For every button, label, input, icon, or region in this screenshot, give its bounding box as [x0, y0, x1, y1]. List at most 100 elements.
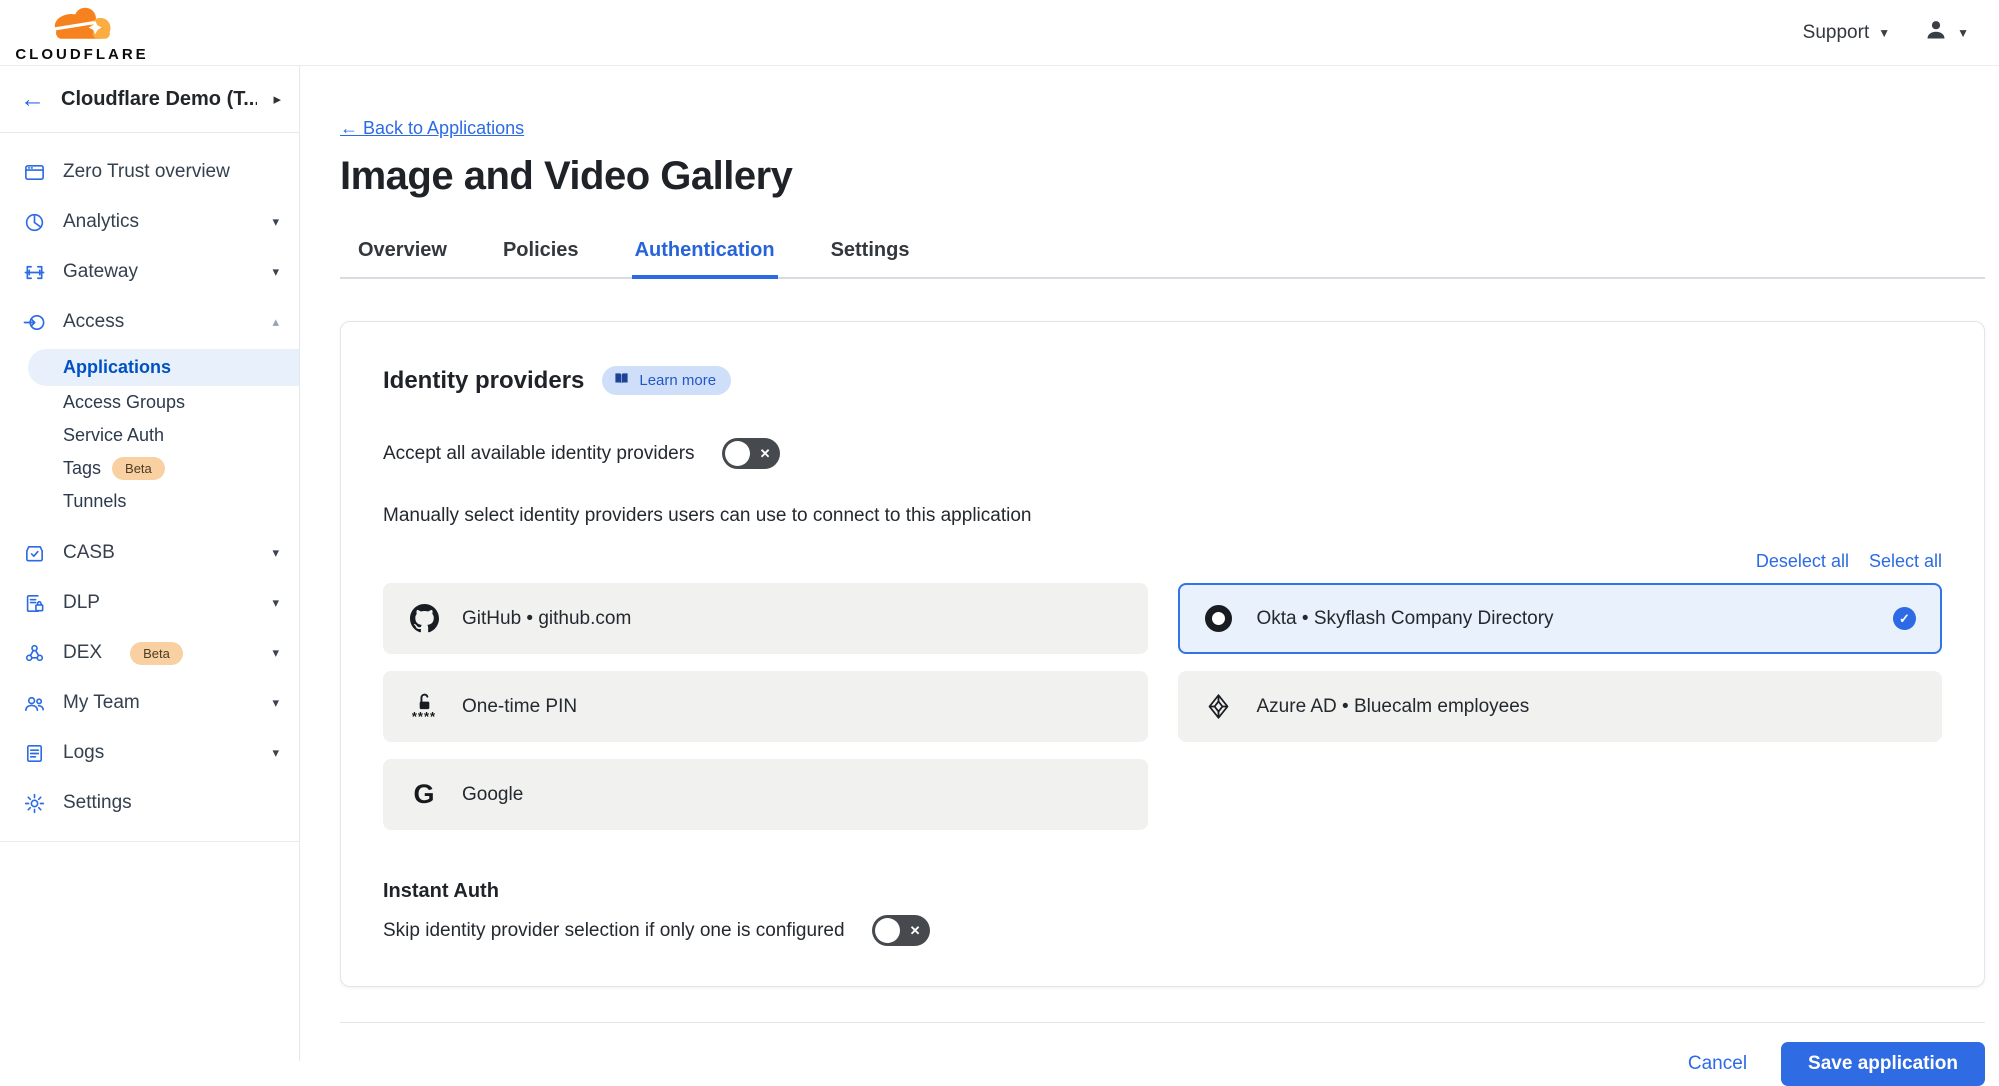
sidebar-item-dlp[interactable]: DLP ▾ [0, 578, 299, 628]
provider-label: Okta • Skyflash Company Directory [1257, 608, 1554, 630]
user-menu[interactable]: ▼ [1924, 18, 1969, 48]
topbar: CLOUDFLARE Support ▼ ▼ [0, 0, 1999, 66]
tab-settings[interactable]: Settings [828, 231, 913, 277]
footer-divider [340, 1022, 1985, 1023]
sidebar-item-logs[interactable]: Logs ▾ [0, 728, 299, 778]
back-arrow-icon[interactable]: ← [20, 87, 45, 112]
sidebar-item-label: Access [63, 311, 124, 333]
instant-auth-heading: Instant Auth [383, 880, 1942, 903]
card-heading: Identity providers [383, 367, 584, 395]
okta-icon [1204, 605, 1234, 632]
gateway-icon [22, 260, 46, 284]
caret-down-icon: ▾ [272, 695, 279, 711]
sidebar-item-label: Tunnels [63, 491, 126, 512]
document-lock-icon [22, 591, 46, 615]
tab-bar: Overview Policies Authentication Setting… [340, 231, 1985, 279]
tab-overview[interactable]: Overview [355, 231, 450, 277]
network-cluster-icon [22, 641, 46, 665]
toggle-knob [725, 441, 750, 466]
cloudflare-logo[interactable]: CLOUDFLARE [14, 2, 150, 63]
provider-card-google[interactable]: G Google [383, 759, 1148, 830]
sidebar-item-label: Access Groups [63, 392, 185, 413]
casb-box-check-icon [22, 541, 46, 565]
caret-down-icon: ▼ [1957, 26, 1969, 40]
learn-more-badge[interactable]: Learn more [602, 366, 731, 395]
sidebar-item-label: DLP [63, 592, 100, 614]
chevron-right-icon[interactable]: ▸ [273, 90, 281, 108]
footer-actions: Cancel Save application [340, 1042, 1985, 1086]
cloudflare-cloud-icon [46, 2, 118, 45]
sidebar-item-label: Service Auth [63, 425, 164, 446]
sidebar-item-label: Applications [63, 357, 171, 378]
selected-check-icon: ✓ [1893, 607, 1916, 630]
provider-card-okta[interactable]: Okta • Skyflash Company Directory ✓ [1178, 583, 1943, 654]
back-arrow-icon: ← [340, 118, 358, 138]
save-application-button[interactable]: Save application [1781, 1042, 1985, 1086]
sidebar-item-label: Tags [63, 458, 101, 479]
select-all-link[interactable]: Select all [1869, 551, 1942, 572]
sidebar-item-label: CASB [63, 542, 115, 564]
sidebar-item-my-team[interactable]: My Team ▾ [0, 678, 299, 728]
sidebar-item-label: Settings [63, 792, 132, 814]
cloudflare-wordmark: CLOUDFLARE [15, 46, 148, 63]
deselect-all-link[interactable]: Deselect all [1756, 551, 1849, 572]
skip-selection-toggle[interactable]: ✕ [872, 915, 930, 946]
pie-chart-icon [22, 210, 46, 234]
sidebar-item-access-groups[interactable]: Access Groups [0, 386, 299, 419]
accept-all-toggle[interactable]: ✕ [722, 438, 780, 469]
account-switcher[interactable]: ← Cloudflare Demo (T... ▸ [0, 66, 299, 133]
sidebar-item-dex[interactable]: DEX Beta ▾ [0, 628, 299, 678]
back-to-applications-link[interactable]: ← Back to Applications [340, 118, 524, 139]
sidebar-item-gateway[interactable]: Gateway ▾ [0, 247, 299, 297]
sidebar-item-tunnels[interactable]: Tunnels [0, 485, 299, 518]
tab-authentication[interactable]: Authentication [632, 231, 778, 279]
manual-select-label: Manually select identity providers users… [383, 505, 1942, 527]
tab-policies[interactable]: Policies [500, 231, 582, 277]
main-content: ← Back to Applications Image and Video G… [300, 66, 1999, 1086]
beta-badge: Beta [130, 642, 183, 665]
sidebar-divider [0, 841, 299, 842]
caret-down-icon: ▾ [272, 545, 279, 561]
caret-down-icon: ▾ [272, 595, 279, 611]
sidebar: ← Cloudflare Demo (T... ▸ Zero Trust ove… [0, 66, 300, 1061]
azure-ad-icon [1204, 693, 1234, 720]
github-icon [409, 604, 439, 633]
page-title: Image and Video Gallery [340, 154, 1985, 199]
sidebar-item-analytics[interactable]: Analytics ▾ [0, 197, 299, 247]
sidebar-item-access[interactable]: Access ▴ [0, 297, 299, 347]
provider-card-github[interactable]: GitHub • github.com [383, 583, 1148, 654]
sidebar-item-tags[interactable]: Tags Beta [0, 452, 299, 485]
beta-badge: Beta [112, 457, 165, 480]
caret-down-icon: ▾ [272, 645, 279, 661]
sidebar-item-service-auth[interactable]: Service Auth [0, 419, 299, 452]
sidebar-item-label: DEX [63, 642, 102, 664]
accept-all-label: Accept all available identity providers [383, 443, 695, 465]
skip-selection-label: Skip identity provider selection if only… [383, 920, 845, 942]
caret-down-icon: ▾ [272, 264, 279, 280]
sidebar-item-zero-trust-overview[interactable]: Zero Trust overview [0, 147, 299, 197]
support-menu[interactable]: Support ▼ [1803, 22, 1890, 44]
support-label: Support [1803, 22, 1870, 44]
provider-label: Azure AD • Bluecalm employees [1257, 696, 1530, 718]
cancel-button[interactable]: Cancel [1688, 1053, 1747, 1075]
sidebar-item-casb[interactable]: CASB ▾ [0, 528, 299, 578]
sidebar-item-label: Analytics [63, 211, 139, 233]
toggle-off-x-icon: ✕ [760, 446, 771, 462]
caret-down-icon: ▾ [272, 745, 279, 761]
caret-down-icon: ▼ [1878, 26, 1890, 40]
sidebar-item-applications[interactable]: Applications [28, 349, 299, 386]
toggle-knob [875, 918, 900, 943]
sidebar-item-label: Gateway [63, 261, 138, 283]
window-icon [22, 160, 46, 184]
provider-card-azure-ad[interactable]: Azure AD • Bluecalm employees [1178, 671, 1943, 742]
sidebar-item-settings[interactable]: Settings [0, 778, 299, 828]
provider-label: Google [462, 784, 523, 806]
provider-card-one-time-pin[interactable]: **** One-time PIN [383, 671, 1148, 742]
people-icon [22, 691, 46, 715]
gear-icon [22, 791, 46, 815]
sidebar-item-label: Logs [63, 742, 104, 764]
provider-label: One-time PIN [462, 696, 577, 718]
google-icon: G [409, 781, 439, 808]
toggle-off-x-icon: ✕ [910, 923, 921, 939]
caret-up-icon: ▴ [272, 314, 279, 330]
